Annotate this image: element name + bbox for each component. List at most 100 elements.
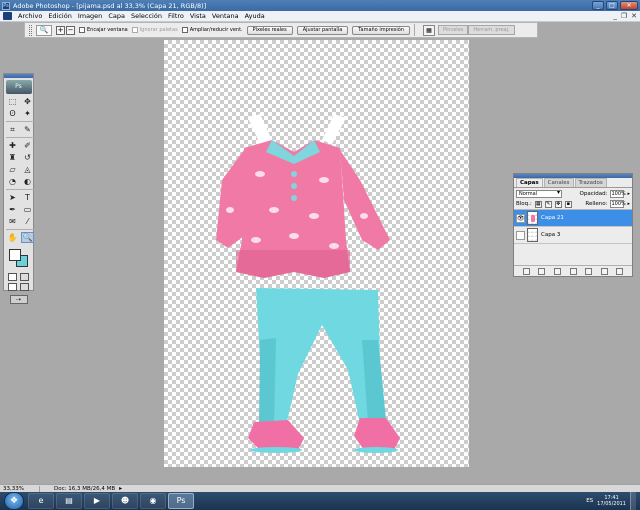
jump-to-imageready-button[interactable]: ⇢ <box>9 295 28 304</box>
menu-vista[interactable]: Vista <box>187 12 209 20</box>
blur-icon[interactable]: ◔ <box>6 176 19 187</box>
standard-mode-button[interactable] <box>8 273 17 281</box>
tab-herramientas-preajustes[interactable]: Herram. preaj. <box>468 24 515 35</box>
crop-icon[interactable]: ⌗ <box>6 124 19 135</box>
marquee-icon[interactable]: ⬚ <box>6 96 19 107</box>
quick-mask-button[interactable] <box>20 273 29 281</box>
menu-ayuda[interactable]: Ayuda <box>242 12 268 20</box>
options-bar-grip[interactable] <box>29 24 32 36</box>
minimize-button[interactable]: _ <box>592 1 604 10</box>
screen-mode-full-menu-button[interactable] <box>20 283 29 291</box>
tab-trazados[interactable]: Trazados <box>574 178 607 187</box>
media-player-icon[interactable]: ▶ <box>84 493 110 509</box>
zoom-icon[interactable]: 🔍 <box>21 232 34 243</box>
checkbox-box[interactable] <box>181 27 188 33</box>
trash-icon[interactable] <box>616 267 624 275</box>
start-button[interactable]: ❖ <box>4 492 24 510</box>
window-title: Adobe Photoshop - [pijama.psd al 33,3% (… <box>13 1 207 10</box>
photoshop-icon[interactable]: Ps <box>168 493 194 509</box>
hand-icon[interactable]: ✋ <box>6 232 19 243</box>
show-desktop-button[interactable] <box>630 492 636 510</box>
chrome-icon[interactable]: ◉ <box>140 493 166 509</box>
pen-icon[interactable]: ✒ <box>6 204 19 215</box>
eye-icon[interactable]: 👁 <box>516 213 525 223</box>
shirt-shade <box>236 250 350 278</box>
lock-image-icon[interactable]: ✎ <box>544 200 552 208</box>
doc-close-button[interactable]: ✕ <box>631 12 637 20</box>
eraser-icon[interactable]: ▱ <box>6 164 19 175</box>
screen-mode-standard-button[interactable] <box>8 283 17 291</box>
layer-row-capa-3[interactable]: Capa 3 <box>514 227 632 244</box>
doc-restore-button[interactable]: ❐ <box>621 12 627 20</box>
layer-style-icon[interactable] <box>538 267 546 275</box>
brush-icon[interactable]: ✐ <box>21 140 34 151</box>
close-button[interactable]: ✕ <box>620 1 638 10</box>
paint-bucket-icon[interactable]: ◬ <box>21 164 34 175</box>
menu-imagen[interactable]: Imagen <box>75 12 105 20</box>
move-icon[interactable]: ✥ <box>21 96 34 107</box>
shape-icon[interactable]: ▭ <box>21 204 34 215</box>
tamano-impresion-button[interactable]: Tamaño impresión <box>352 25 411 35</box>
magic-wand-icon[interactable]: ✦ <box>21 108 34 119</box>
menu-archivo[interactable]: Archivo <box>15 12 45 20</box>
path-selection-icon[interactable]: ➤ <box>6 192 19 203</box>
zoom-in-button[interactable]: + <box>56 25 65 35</box>
zoom-out-button[interactable]: − <box>66 25 75 35</box>
menu-capa[interactable]: Capa <box>105 12 128 20</box>
checkbox-encajar-ventana[interactable]: Encajar ventana <box>79 27 128 33</box>
clock[interactable]: 17:41 17/05/2011 <box>597 495 626 507</box>
photoshop-app-icon[interactable]: Ps <box>2 1 10 10</box>
link-icon[interactable] <box>522 267 530 275</box>
mask-icon[interactable] <box>553 267 561 275</box>
menu-filtro[interactable]: Filtro <box>165 12 187 20</box>
checkbox-ampliar-reducir[interactable]: Ampliar/reducir vent. <box>181 27 243 33</box>
document-icon[interactable] <box>3 12 12 20</box>
dodge-icon[interactable]: ◐ <box>21 176 34 187</box>
ie-icon[interactable]: e <box>28 493 54 509</box>
menu-ventana[interactable]: Ventana <box>209 12 242 20</box>
lock-position-icon[interactable]: ✥ <box>554 200 562 208</box>
status-menu-arrow[interactable]: ▸ <box>119 485 122 492</box>
type-icon[interactable]: T <box>21 192 34 203</box>
visibility-toggle[interactable] <box>516 230 525 240</box>
notes-icon[interactable]: ✉ <box>6 216 19 227</box>
slice-icon[interactable]: ✎ <box>21 124 34 135</box>
maximize-button[interactable]: □ <box>606 1 618 10</box>
magnifier-icon[interactable]: 🔍 <box>36 24 52 36</box>
language-indicator[interactable]: ES <box>586 498 593 504</box>
tab-canales[interactable]: Canales <box>543 178 574 187</box>
menu-seleccion[interactable]: Selección <box>128 12 165 20</box>
adjustment-icon[interactable] <box>569 267 577 275</box>
lasso-icon[interactable]: ʘ <box>6 108 19 119</box>
tab-capas[interactable]: Capas <box>516 178 543 187</box>
photoshop-logo[interactable]: Ps <box>5 80 32 94</box>
ajustar-pantalla-button[interactable]: Ajustar pantalla <box>296 25 349 35</box>
opacity-arrow-icon[interactable]: ▸ <box>627 191 630 197</box>
pixeles-reales-button[interactable]: Píxeles reales <box>246 25 293 35</box>
document-canvas[interactable] <box>164 40 469 467</box>
palette-well-icon[interactable]: ▦ <box>423 24 436 36</box>
tab-pinceles[interactable]: Pinceles <box>438 24 469 35</box>
layer-row-capa-21[interactable]: 👁 Capa 21 <box>514 210 632 227</box>
eyedropper-icon[interactable]: ⁄ <box>21 216 34 227</box>
doc-minimize-button[interactable]: _ <box>613 12 617 20</box>
lock-transparency-icon[interactable]: ▦ <box>534 200 542 208</box>
checkbox-box[interactable] <box>79 27 85 33</box>
blend-mode-select[interactable]: Normal <box>516 189 562 198</box>
tools-palette-titlebar[interactable] <box>4 74 33 78</box>
zoom-level[interactable]: 33,33% <box>0 485 40 492</box>
menu-edicion[interactable]: Edición <box>45 12 75 20</box>
fill-field[interactable]: 100% <box>610 200 626 208</box>
group-icon[interactable] <box>585 267 593 275</box>
opacity-field[interactable]: 100% <box>610 189 626 198</box>
fill-arrow-icon[interactable]: ▸ <box>627 201 630 207</box>
new-layer-icon[interactable] <box>600 267 608 275</box>
foreground-color-swatch[interactable] <box>9 249 21 261</box>
layers-panel: Capas Canales Trazados Normal Opacidad: … <box>513 173 633 277</box>
msn-icon[interactable]: ☻ <box>112 493 138 509</box>
healing-brush-icon[interactable]: ✚ <box>6 140 19 151</box>
lock-all-icon[interactable]: ▪ <box>564 200 572 208</box>
clone-stamp-icon[interactable]: ♜ <box>6 152 19 163</box>
history-brush-icon[interactable]: ↺ <box>21 152 34 163</box>
explorer-icon[interactable]: ▤ <box>56 493 82 509</box>
